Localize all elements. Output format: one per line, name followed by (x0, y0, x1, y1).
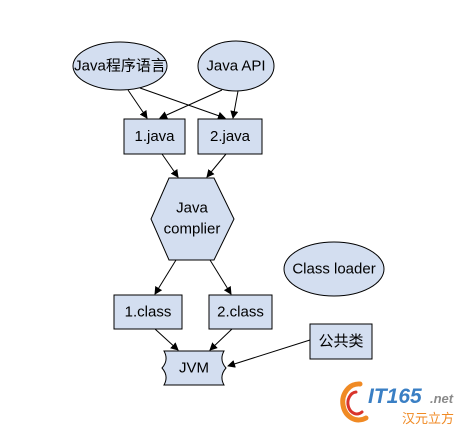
public-class-node: 公共类 (309, 323, 373, 360)
edge-java-language-to-java1 (127, 89, 148, 119)
java-api-label: Java API (206, 58, 265, 75)
watermark-swoosh-inner-icon (346, 390, 364, 416)
java-language-label: Java程序语言 (74, 58, 166, 75)
edge-java-language-to-java2 (139, 87, 226, 120)
class2-label: 2.class (217, 304, 264, 321)
compiler-label-line2: complier (164, 221, 221, 238)
jvm-node: JVM (161, 350, 227, 386)
edge-compiler-to-class2 (209, 259, 232, 295)
java2-label: 2.java (210, 128, 251, 145)
compiler-hexagon (150, 177, 235, 261)
class-loader-label: Class loader (292, 261, 375, 278)
edge-class1-to-jvm (154, 328, 179, 351)
flow-diagram: Java程序语言 Java API 1.java 2.java Java com… (72, 40, 454, 427)
public-class-label: 公共类 (318, 333, 363, 350)
watermark-tagline: 汉元立方 (402, 411, 454, 427)
java1-node: 1.java (123, 118, 186, 155)
edge-java2-to-compiler (206, 153, 227, 178)
watermark-logo: IT165 .net 汉元立方 (340, 381, 454, 427)
java2-node: 2.java (197, 118, 263, 155)
watermark-brand: IT165 (368, 385, 422, 408)
class2-node: 2.class (208, 294, 273, 330)
java-api-node: Java API (197, 40, 275, 92)
compiler-label-line1: Java (176, 200, 208, 217)
class-loader-node: Class loader (283, 241, 385, 297)
edge-compiler-to-class1 (154, 259, 177, 295)
jvm-label: JVM (179, 360, 209, 377)
java-language-node: Java程序语言 (72, 41, 168, 91)
watermark-suffix: .net (430, 391, 454, 406)
edge-java1-to-compiler (161, 153, 179, 178)
edge-class2-to-jvm (209, 328, 233, 351)
compiler-node: Java complier (150, 177, 235, 261)
edge-public-class-to-jvm (227, 339, 311, 368)
class1-node: 1.class (113, 294, 183, 330)
class1-label: 1.class (125, 304, 172, 321)
edge-java-api-to-java2 (230, 90, 239, 119)
java1-label: 1.java (134, 128, 175, 145)
